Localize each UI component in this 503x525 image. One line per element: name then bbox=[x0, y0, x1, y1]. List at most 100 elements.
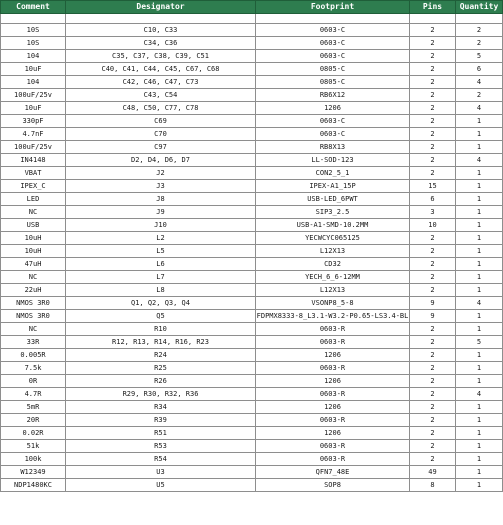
pins-cell[interactable]: 2 bbox=[409, 153, 456, 167]
quantity-cell[interactable]: 1 bbox=[455, 140, 503, 154]
comment-cell[interactable]: 104 bbox=[0, 49, 66, 63]
quantity-cell[interactable]: 1 bbox=[455, 218, 503, 232]
quantity-cell[interactable]: 4 bbox=[455, 387, 503, 401]
quantity-cell[interactable]: 4 bbox=[455, 296, 503, 310]
designator-cell[interactable]: D2, D4, D6, D7 bbox=[65, 153, 256, 167]
footprint-cell[interactable]: 0603-C bbox=[255, 114, 410, 128]
comment-cell[interactable]: 51k bbox=[0, 439, 66, 453]
comment-cell[interactable]: 20R bbox=[0, 413, 66, 427]
footprint-cell[interactable]: IPEX-A1_15P bbox=[255, 179, 410, 193]
designator-cell[interactable]: R25 bbox=[65, 361, 256, 375]
comment-cell[interactable]: 10S bbox=[0, 23, 66, 37]
pins-cell[interactable]: 2 bbox=[409, 114, 456, 128]
quantity-cell[interactable]: 1 bbox=[455, 309, 503, 323]
comment-cell[interactable]: 10S bbox=[0, 36, 66, 50]
footprint-cell[interactable]: RB8X13 bbox=[255, 140, 410, 154]
footprint-cell[interactable]: 0603-R bbox=[255, 335, 410, 349]
designator-cell[interactable]: R29, R30, R32, R36 bbox=[65, 387, 256, 401]
footprint-cell[interactable]: VSONP8_5-8 bbox=[255, 296, 410, 310]
comment-cell[interactable]: NC bbox=[0, 270, 66, 284]
cell[interactable] bbox=[255, 13, 410, 24]
comment-cell[interactable]: 7.5k bbox=[0, 361, 66, 375]
footprint-cell[interactable]: 0603-C bbox=[255, 36, 410, 50]
comment-cell[interactable]: 4.7R bbox=[0, 387, 66, 401]
footprint-cell[interactable]: L12X13 bbox=[255, 283, 410, 297]
quantity-cell[interactable]: 1 bbox=[455, 439, 503, 453]
header-designator[interactable]: Designator bbox=[65, 0, 256, 14]
footprint-cell[interactable]: 1206 bbox=[255, 348, 410, 362]
designator-cell[interactable]: C35, C37, C38, C39, C51 bbox=[65, 49, 256, 63]
footprint-cell[interactable]: LL-SOD-123 bbox=[255, 153, 410, 167]
quantity-cell[interactable]: 1 bbox=[455, 465, 503, 479]
designator-cell[interactable]: L5 bbox=[65, 244, 256, 258]
comment-cell[interactable]: NC bbox=[0, 205, 66, 219]
designator-cell[interactable]: Q1, Q2, Q3, Q4 bbox=[65, 296, 256, 310]
footprint-cell[interactable]: USB-A1-SMD-10.2MM bbox=[255, 218, 410, 232]
designator-cell[interactable]: J8 bbox=[65, 192, 256, 206]
comment-cell[interactable]: USB bbox=[0, 218, 66, 232]
comment-cell[interactable]: 0.02R bbox=[0, 426, 66, 440]
comment-cell[interactable]: 100uF/25v bbox=[0, 140, 66, 154]
footprint-cell[interactable]: 0603-C bbox=[255, 127, 410, 141]
cell[interactable] bbox=[0, 13, 66, 24]
quantity-cell[interactable]: 2 bbox=[455, 36, 503, 50]
comment-cell[interactable]: W12349 bbox=[0, 465, 66, 479]
comment-cell[interactable]: IN4148 bbox=[0, 153, 66, 167]
footprint-cell[interactable]: 0603-R bbox=[255, 361, 410, 375]
designator-cell[interactable]: R51 bbox=[65, 426, 256, 440]
pins-cell[interactable]: 2 bbox=[409, 127, 456, 141]
designator-cell[interactable]: L2 bbox=[65, 231, 256, 245]
pins-cell[interactable]: 2 bbox=[409, 426, 456, 440]
quantity-cell[interactable]: 1 bbox=[455, 192, 503, 206]
footprint-cell[interactable]: 0603-R bbox=[255, 413, 410, 427]
footprint-cell[interactable]: SOP8 bbox=[255, 478, 410, 492]
quantity-cell[interactable]: 5 bbox=[455, 49, 503, 63]
footprint-cell[interactable]: YECH_6_6-12MM bbox=[255, 270, 410, 284]
footprint-cell[interactable]: 0603-R bbox=[255, 322, 410, 336]
designator-cell[interactable]: R34 bbox=[65, 400, 256, 414]
designator-cell[interactable]: C10, C33 bbox=[65, 23, 256, 37]
pins-cell[interactable]: 2 bbox=[409, 231, 456, 245]
designator-cell[interactable]: J9 bbox=[65, 205, 256, 219]
pins-cell[interactable]: 2 bbox=[409, 322, 456, 336]
cell[interactable] bbox=[455, 13, 503, 24]
pins-cell[interactable]: 2 bbox=[409, 88, 456, 102]
quantity-cell[interactable]: 1 bbox=[455, 179, 503, 193]
designator-cell[interactable]: J2 bbox=[65, 166, 256, 180]
quantity-cell[interactable]: 4 bbox=[455, 153, 503, 167]
cell[interactable] bbox=[409, 13, 456, 24]
designator-cell[interactable]: C70 bbox=[65, 127, 256, 141]
footprint-cell[interactable]: 0603-R bbox=[255, 387, 410, 401]
designator-cell[interactable]: R12, R13, R14, R16, R23 bbox=[65, 335, 256, 349]
footprint-cell[interactable]: 0603-C bbox=[255, 23, 410, 37]
designator-cell[interactable]: C97 bbox=[65, 140, 256, 154]
footprint-cell[interactable]: FDPMX8333-8_L3.1-W3.2-P0.65-LS3.4-BL bbox=[255, 309, 410, 323]
designator-cell[interactable]: R26 bbox=[65, 374, 256, 388]
footprint-cell[interactable]: 1206 bbox=[255, 400, 410, 414]
pins-cell[interactable]: 2 bbox=[409, 101, 456, 115]
designator-cell[interactable]: C69 bbox=[65, 114, 256, 128]
footprint-cell[interactable]: 0805-C bbox=[255, 62, 410, 76]
pins-cell[interactable]: 2 bbox=[409, 23, 456, 37]
pins-cell[interactable]: 2 bbox=[409, 270, 456, 284]
pins-cell[interactable]: 6 bbox=[409, 192, 456, 206]
quantity-cell[interactable]: 1 bbox=[455, 283, 503, 297]
pins-cell[interactable]: 2 bbox=[409, 49, 456, 63]
comment-cell[interactable]: 330pF bbox=[0, 114, 66, 128]
designator-cell[interactable]: R53 bbox=[65, 439, 256, 453]
footprint-cell[interactable]: QFN7_48E bbox=[255, 465, 410, 479]
comment-cell[interactable]: 47uH bbox=[0, 257, 66, 271]
designator-cell[interactable]: U5 bbox=[65, 478, 256, 492]
designator-cell[interactable]: R10 bbox=[65, 322, 256, 336]
pins-cell[interactable]: 2 bbox=[409, 387, 456, 401]
quantity-cell[interactable]: 1 bbox=[455, 374, 503, 388]
pins-cell[interactable]: 2 bbox=[409, 244, 456, 258]
footprint-cell[interactable]: 0805-C bbox=[255, 75, 410, 89]
cell[interactable] bbox=[65, 13, 256, 24]
designator-cell[interactable]: J10 bbox=[65, 218, 256, 232]
quantity-cell[interactable]: 1 bbox=[455, 257, 503, 271]
comment-cell[interactable]: 0R bbox=[0, 374, 66, 388]
footprint-cell[interactable]: CON2_5_1 bbox=[255, 166, 410, 180]
comment-cell[interactable]: VBAT bbox=[0, 166, 66, 180]
quantity-cell[interactable]: 1 bbox=[455, 114, 503, 128]
